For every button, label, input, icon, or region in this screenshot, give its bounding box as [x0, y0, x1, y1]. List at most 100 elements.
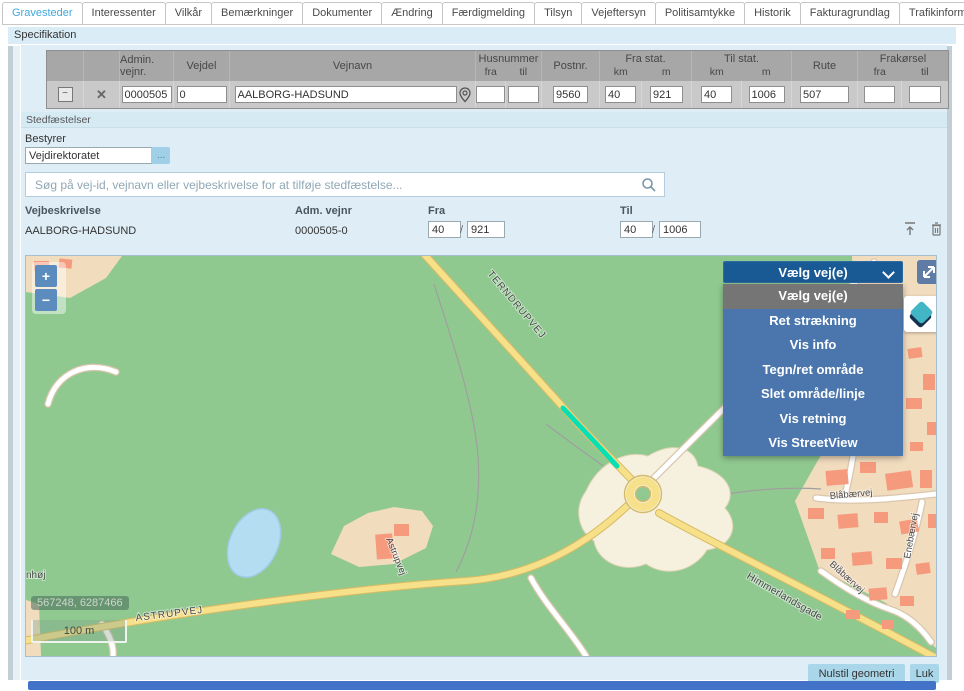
fra-m-input[interactable]	[467, 221, 505, 238]
til-separator: /	[652, 224, 655, 236]
col-header-postnr: Postnr.	[541, 51, 599, 81]
husnummer-group-label: Husnummer	[479, 53, 539, 66]
layers-button[interactable]	[904, 296, 937, 332]
section-stedfaestelser: Stedfæstelser	[21, 112, 947, 128]
grid-header-row: Admin. vejnr. Vejdel Vejnavn Husnummer f…	[47, 51, 948, 81]
frakorsel-fra-input[interactable]	[864, 86, 895, 103]
frakorsel-til-input[interactable]	[909, 86, 941, 103]
tab-vejeftersyn[interactable]: Vejeftersyn	[581, 2, 655, 25]
grid-data-row: − ✕	[47, 81, 948, 108]
col-header-fra-stat: Fra stat. kmm	[599, 51, 691, 81]
til-m-input[interactable]	[659, 221, 701, 238]
tab-fakturagrundlag[interactable]: Fakturagrundlag	[800, 2, 900, 25]
tab-tilsyn[interactable]: Tilsyn	[534, 2, 582, 25]
tab-dokumenter[interactable]: Dokumenter	[302, 2, 382, 25]
scale-label: 100 m	[64, 625, 95, 637]
til-stat-group-label: Til stat.	[724, 53, 759, 66]
map-tool-selected-label: Vælg vej(e)	[778, 265, 847, 280]
col-header-til-stat: Til stat. kmm	[691, 51, 791, 81]
fullscreen-map-button[interactable]	[917, 260, 937, 284]
bestyrer-input[interactable]	[25, 147, 153, 164]
vejdel-input[interactable]	[177, 86, 227, 103]
menu-item-vis-retning[interactable]: Vis retning	[723, 407, 903, 432]
menu-item-slet-omrade-linje[interactable]: Slet område/linje	[723, 382, 903, 407]
menu-item-vis-info[interactable]: Vis info	[723, 333, 903, 358]
col-header-rute: Rute	[791, 51, 857, 81]
fra-stat-km-input[interactable]	[605, 86, 636, 103]
tab-gravesteder[interactable]: Gravesteder	[2, 2, 83, 25]
tab-historik[interactable]: Historik	[744, 2, 801, 25]
til-header: Til	[620, 205, 633, 217]
col-header-vejnavn: Vejnavn	[229, 51, 475, 81]
tab-bemaerkninger[interactable]: Bemærkninger	[211, 2, 303, 25]
map-canvas[interactable]: TERNDRUPVEJ Astrupvej ASTRUPVEJ Himmerla…	[25, 255, 937, 657]
til-stat-km-input[interactable]	[701, 86, 732, 103]
rute-input[interactable]	[800, 86, 849, 103]
bestyrer-label: Bestyrer	[25, 133, 66, 145]
fra-km-input[interactable]	[428, 221, 461, 238]
bestyrer-browse-button[interactable]: ...	[151, 147, 170, 164]
til-stat-m-label: m	[742, 66, 792, 79]
zoom-out-button[interactable]: −	[35, 289, 57, 311]
admin-vejnr-input[interactable]	[122, 86, 172, 103]
collapse-row-icon[interactable]: −	[58, 87, 73, 102]
map-scale-bar: 100 m	[31, 620, 127, 643]
map-tool-dropdown[interactable]: Vælg vej(e)	[723, 261, 903, 283]
col-header-vejdel: Vejdel	[173, 51, 229, 81]
tab-vilkar[interactable]: Vilkår	[165, 2, 212, 25]
til-km-input[interactable]	[620, 221, 653, 238]
fra-header: Fra	[428, 205, 445, 217]
menu-item-tegn-ret-omrade[interactable]: Tegn/ret område	[723, 358, 903, 383]
specification-grid: Admin. vejnr. Vejdel Vejnavn Husnummer f…	[46, 50, 949, 109]
menu-item-ret-straekning[interactable]: Ret strækning	[723, 309, 903, 334]
col-header-admin-vejnr: Admin. vejnr.	[119, 51, 173, 81]
fra-separator: /	[460, 224, 463, 236]
vejbeskrivelse-header: Vejbeskrivelse	[25, 205, 101, 217]
partial-place-label: nhøj	[26, 570, 45, 581]
husnummer-til-input[interactable]	[508, 86, 539, 103]
frakorsel-til-label: til	[902, 66, 948, 79]
tab-aendring[interactable]: Ændring	[381, 2, 443, 25]
right-panel-strip	[947, 46, 952, 680]
husnummer-til-label: til	[506, 66, 541, 79]
location-pin-icon[interactable]	[459, 87, 471, 103]
tab-interessenter[interactable]: Interessenter	[82, 2, 166, 25]
map-zoom-control: + −	[32, 262, 66, 314]
frakorsel-group-label: Frakørsel	[880, 53, 926, 66]
frakorsel-fra-label: fra	[858, 66, 902, 79]
col-header-delete	[83, 51, 119, 81]
col-header-husnummer: Husnummer fratil	[475, 51, 541, 81]
coordinates-readout: 567248, 6287466	[31, 596, 129, 610]
postnr-input[interactable]	[553, 86, 588, 103]
horizontal-scrollbar[interactable]	[28, 681, 936, 690]
zoom-in-button[interactable]: +	[35, 265, 57, 287]
tab-bar: Gravesteder Interessenter Vilkår Bemærkn…	[2, 2, 964, 25]
tab-faerdigmelding[interactable]: Færdigmelding	[442, 2, 535, 25]
til-stat-km-label: km	[692, 66, 742, 79]
husnummer-fra-input[interactable]	[476, 86, 505, 103]
fra-stat-km-label: km	[600, 66, 642, 79]
vejbeskrivelse-value: AALBORG-HADSUND	[25, 225, 136, 237]
search-icon	[641, 177, 657, 193]
chevron-down-icon	[882, 266, 895, 279]
fra-stat-m-input[interactable]	[650, 86, 683, 103]
fra-stat-group-label: Fra stat.	[625, 53, 665, 66]
menu-item-vaelg-veje[interactable]: Vælg vej(e)	[723, 284, 903, 309]
delete-row-icon[interactable]: ✕	[96, 87, 107, 103]
expand-icon	[917, 260, 937, 284]
delete-stedfaestelse-icon[interactable]	[930, 221, 943, 237]
move-to-top-icon[interactable]	[903, 221, 917, 237]
col-header-expand	[47, 51, 83, 81]
stedfaestelse-search-input[interactable]	[25, 172, 665, 197]
adm-vejnr-value: 0000505-0	[295, 225, 348, 237]
vejnavn-input[interactable]	[235, 86, 457, 103]
tab-politisamtykke[interactable]: Politisamtykke	[655, 2, 745, 25]
section-specifikation: Specifikation	[8, 27, 956, 44]
col-header-frakorsel: Frakørsel fratil	[857, 51, 948, 81]
tab-trafikinformation[interactable]: Trafikinformation	[899, 2, 964, 25]
map-tool-menu: Vælg vej(e) Ret strækning Vis info Tegn/…	[723, 284, 903, 456]
menu-item-vis-streetview[interactable]: Vis StreetView	[723, 431, 903, 456]
left-panel-strip-inner	[13, 46, 20, 680]
adm-vejnr-header: Adm. vejnr	[295, 205, 352, 217]
til-stat-m-input[interactable]	[749, 86, 785, 103]
